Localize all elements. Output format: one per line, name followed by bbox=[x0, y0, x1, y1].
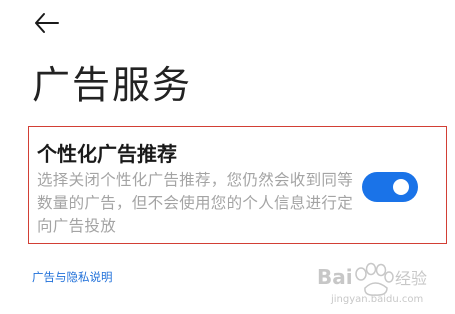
toggle-knob bbox=[393, 179, 409, 195]
setting-title: 个性化广告推荐 bbox=[37, 142, 177, 166]
svg-text:Bai: Bai bbox=[317, 265, 353, 289]
svg-text:jingyan.baidu.com: jingyan.baidu.com bbox=[330, 294, 423, 305]
baidu-jingyan-watermark: Bai 经验 jingyan.baidu.com bbox=[317, 262, 427, 305]
personalized-ads-setting: 个性化广告推荐 选择关闭个性化广告推荐，您仍然会收到同等数量的广告，但不会使用您… bbox=[28, 126, 447, 244]
page-title: 广告服务 bbox=[32, 63, 193, 107]
back-button[interactable] bbox=[30, 8, 66, 38]
setting-description: 选择关闭个性化广告推荐，您仍然会收到同等数量的广告，但不会使用您的个人信息进行定… bbox=[37, 171, 354, 235]
privacy-policy-link[interactable]: 广告与隐私说明 bbox=[32, 269, 113, 285]
personalized-ads-toggle[interactable] bbox=[362, 172, 418, 202]
svg-text:经验: 经验 bbox=[395, 269, 427, 288]
arrow-left-icon bbox=[35, 13, 59, 33]
